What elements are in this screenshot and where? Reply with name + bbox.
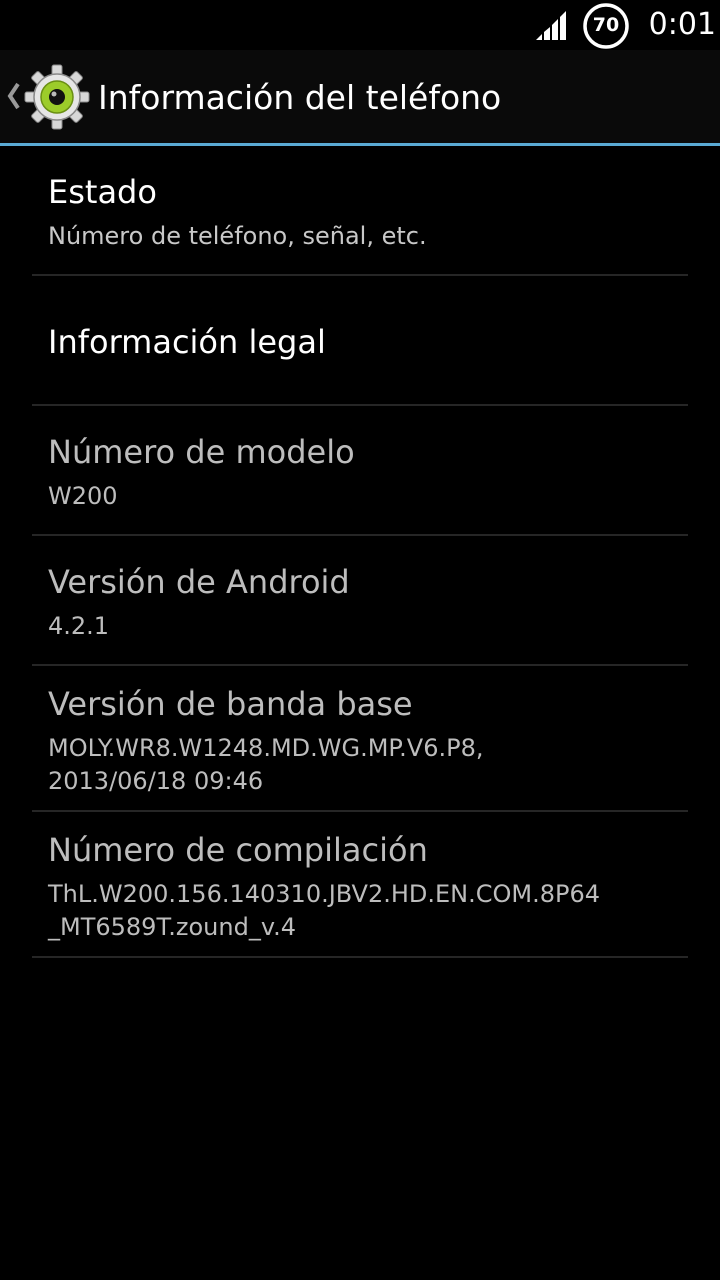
settings-list: Estado Número de teléfono, señal, etc. I… (32, 146, 688, 958)
list-item-baseband-version: Versión de banda base MOLY.WR8.W1248.MD.… (32, 666, 688, 812)
battery-level: 70 (592, 14, 620, 36)
signal-strength-icon (536, 11, 566, 40)
item-summary: Número de teléfono, señal, etc. (48, 222, 427, 250)
item-title: Versión de Android (48, 563, 350, 601)
action-bar[interactable]: Información del teléfono (0, 50, 720, 143)
list-item-status[interactable]: Estado Número de teléfono, señal, etc. (32, 146, 688, 276)
item-summary: ThL.W200.156.140310.JBV2.HD.EN.COM.8P64 (48, 880, 601, 908)
status-bar: 70 0:01 (0, 0, 720, 50)
list-item-android-version: Versión de Android 4.2.1 (32, 536, 688, 666)
item-summary: 4.2.1 (48, 612, 110, 640)
item-title: Información legal (48, 323, 326, 361)
list-item-model-number: Número de modelo W200 (32, 406, 688, 536)
item-summary: MOLY.WR8.W1248.MD.WG.MP.V6.P8, (48, 734, 484, 762)
status-clock: 0:01 (648, 7, 716, 42)
item-title: Versión de banda base (48, 685, 413, 723)
list-item-legal-info[interactable]: Información legal (32, 276, 688, 406)
item-title: Estado (48, 173, 157, 211)
item-title: Número de modelo (48, 433, 355, 471)
item-summary: 2013/06/18 09:46 (48, 767, 264, 795)
settings-gear-icon[interactable] (24, 64, 90, 130)
item-title: Número de compilación (48, 831, 428, 869)
chevron-left-icon[interactable] (6, 76, 22, 116)
item-summary: _MT6589T.zound_v.4 (48, 913, 297, 941)
page-title: Información del teléfono (98, 78, 502, 117)
item-summary: W200 (48, 482, 118, 510)
list-item-build-number: Número de compilación ThL.W200.156.14031… (32, 812, 688, 958)
